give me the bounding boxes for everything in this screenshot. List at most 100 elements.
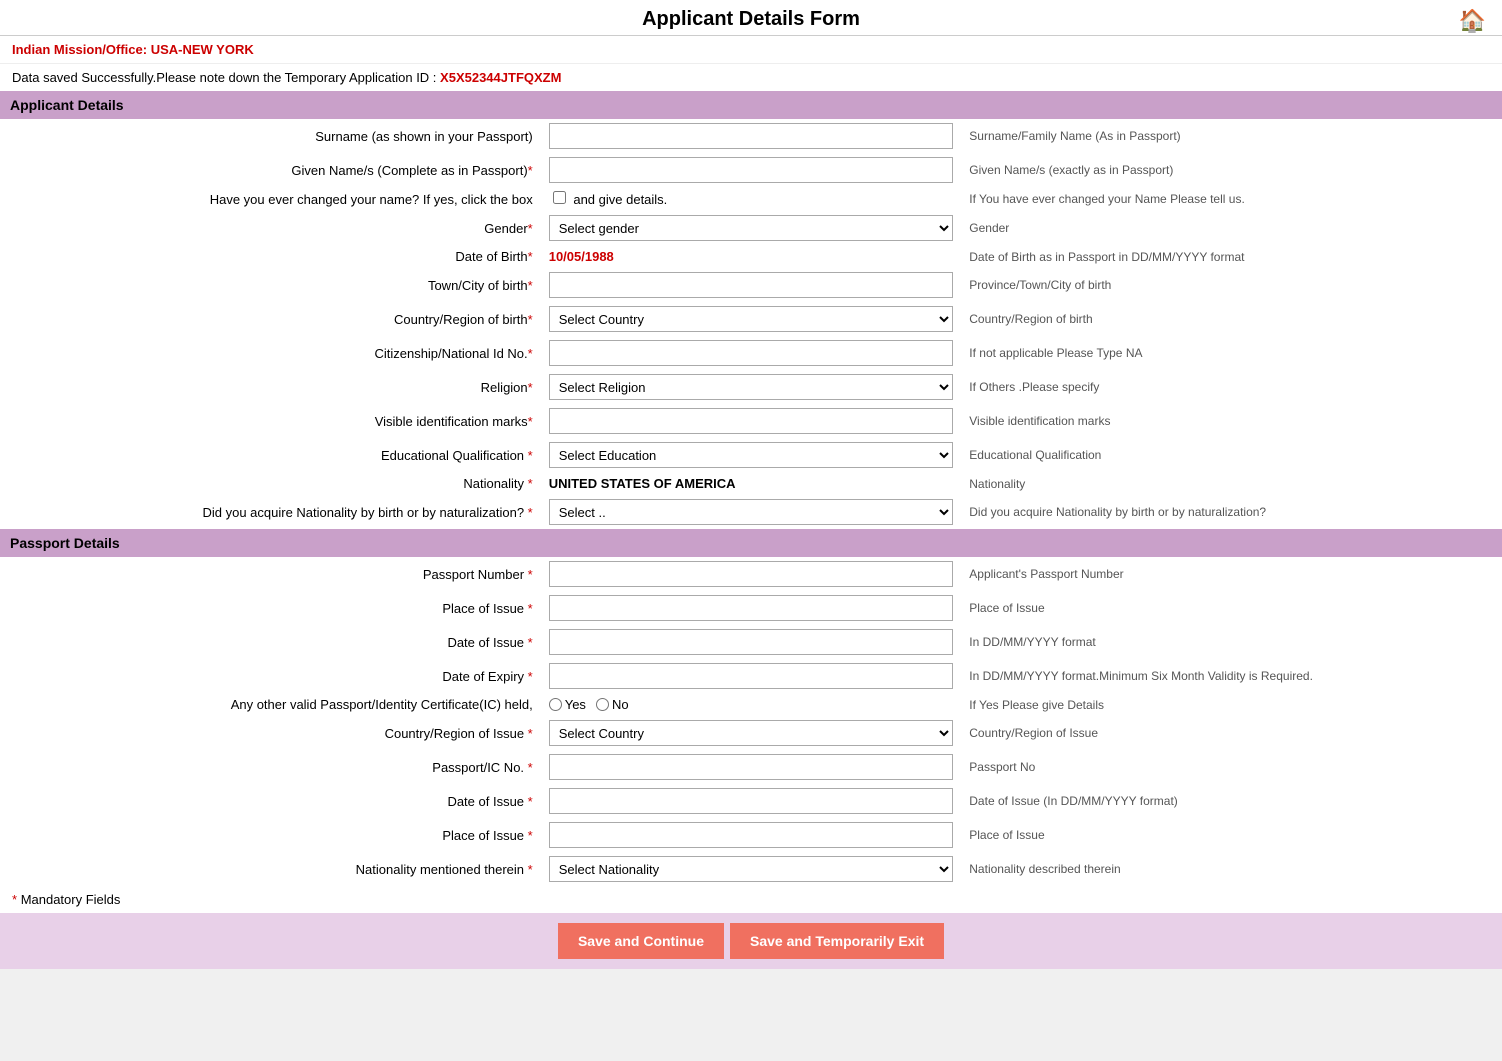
gender-label: Gender* — [0, 211, 541, 245]
other-passport-yes-radio[interactable] — [549, 698, 562, 711]
table-row: Any other valid Passport/Identity Certif… — [0, 693, 1502, 716]
visible-marks-input-cell — [541, 404, 962, 438]
passport-details-table: Passport Number * Applicant's Passport N… — [0, 557, 1502, 886]
other-passport-poi-input[interactable] — [549, 822, 954, 848]
table-row: Did you acquire Nationality by birth or … — [0, 495, 1502, 529]
mandatory-note-text: Mandatory Fields — [21, 892, 121, 907]
other-passport-nationality-select-cell: Select Nationality — [541, 852, 962, 886]
success-bar: Data saved Successfully.Please note down… — [0, 64, 1502, 91]
footer-buttons: Save and Continue Save and Temporarily E… — [0, 913, 1502, 969]
mission-value: USA-NEW YORK — [151, 42, 254, 57]
table-row: Date of Issue * Date of Issue (In DD/MM/… — [0, 784, 1502, 818]
passport-doe-input[interactable] — [549, 663, 954, 689]
citizenship-id-input-cell — [541, 336, 962, 370]
visible-marks-input[interactable] — [549, 408, 954, 434]
education-select-cell: Select Education Below Matriculation Mat… — [541, 438, 962, 472]
table-row: Country/Region of Issue * Select Country… — [0, 716, 1502, 750]
surname-input[interactable] — [549, 123, 954, 149]
dob-label: Date of Birth* — [0, 245, 541, 268]
name-changed-label: Have you ever changed your name? If yes,… — [0, 187, 541, 211]
mission-label: Indian Mission/Office: — [12, 42, 147, 57]
mandatory-note: * Mandatory Fields — [0, 886, 1502, 913]
passport-number-input-cell — [541, 557, 962, 591]
religion-select[interactable]: Select Religion Hindu Muslim Christian S… — [549, 374, 954, 400]
passport-doe-input-cell — [541, 659, 962, 693]
religion-select-cell: Select Religion Hindu Muslim Christian S… — [541, 370, 962, 404]
education-select[interactable]: Select Education Below Matriculation Mat… — [549, 442, 954, 468]
save-exit-button[interactable]: Save and Temporarily Exit — [730, 923, 944, 959]
other-passport-doi-input[interactable] — [549, 788, 954, 814]
table-row: Place of Issue * Place of Issue — [0, 591, 1502, 625]
table-row: Religion* Select Religion Hindu Muslim C… — [0, 370, 1502, 404]
other-passport-hint: If Yes Please give Details — [961, 693, 1502, 716]
required-asterisk: * — [12, 892, 17, 907]
table-row: Citizenship/National Id No.* If not appl… — [0, 336, 1502, 370]
passport-poi-input[interactable] — [549, 595, 954, 621]
religion-label: Religion* — [0, 370, 541, 404]
home-icon[interactable]: 🏠 — [1459, 8, 1486, 34]
mission-bar: Indian Mission/Office: USA-NEW YORK — [0, 36, 1502, 64]
surname-label: Surname (as shown in your Passport) — [0, 119, 541, 153]
name-changed-checkbox[interactable] — [553, 191, 566, 204]
save-continue-button[interactable]: Save and Continue — [558, 923, 724, 959]
success-text: Data saved Successfully.Please note down… — [12, 70, 436, 85]
gender-select[interactable]: Select gender Male Female Other — [549, 215, 954, 241]
name-changed-after-text: and give details. — [573, 192, 667, 207]
city-of-birth-label: Town/City of birth* — [0, 268, 541, 302]
table-row name-changed-row: Have you ever changed your name? If yes,… — [0, 187, 1502, 211]
nationality-hint: Nationality — [961, 472, 1502, 495]
table-row: Date of Issue * In DD/MM/YYYY format — [0, 625, 1502, 659]
city-of-birth-input-cell — [541, 268, 962, 302]
passport-poi-input-cell — [541, 591, 962, 625]
table-row: Educational Qualification * Select Educa… — [0, 438, 1502, 472]
name-changed-cell: and give details. — [541, 187, 962, 211]
other-passport-number-input-cell — [541, 750, 962, 784]
other-passport-number-hint: Passport No — [961, 750, 1502, 784]
given-names-input-cell — [541, 153, 962, 187]
education-hint: Educational Qualification — [961, 438, 1502, 472]
nationality-label: Nationality * — [0, 472, 541, 495]
city-of-birth-hint: Province/Town/City of birth — [961, 268, 1502, 302]
nationality-acquisition-label: Did you acquire Nationality by birth or … — [0, 495, 541, 529]
other-passport-country-hint: Country/Region of Issue — [961, 716, 1502, 750]
passport-doi-input[interactable] — [549, 629, 954, 655]
table-row: Passport Number * Applicant's Passport N… — [0, 557, 1502, 591]
table-row: Country/Region of birth* Select Country … — [0, 302, 1502, 336]
other-passport-no-radio[interactable] — [596, 698, 609, 711]
other-passport-poi-hint: Place of Issue — [961, 818, 1502, 852]
passport-number-input[interactable] — [549, 561, 954, 587]
other-passport-country-select[interactable]: Select Country — [549, 720, 954, 746]
other-passport-poi-input-cell — [541, 818, 962, 852]
other-passport-number-label: Passport/IC No. * — [0, 750, 541, 784]
city-of-birth-input[interactable] — [549, 272, 954, 298]
table-row: Gender* Select gender Male Female Other … — [0, 211, 1502, 245]
dob-value: 10/05/1988 — [549, 249, 614, 264]
other-passport-nationality-select[interactable]: Select Nationality — [549, 856, 954, 882]
dob-value-cell: 10/05/1988 — [541, 245, 962, 268]
table-row: Date of Birth* 10/05/1988 Date of Birth … — [0, 245, 1502, 268]
citizenship-id-input[interactable] — [549, 340, 954, 366]
other-passport-number-input[interactable] — [549, 754, 954, 780]
visible-marks-label: Visible identification marks* — [0, 404, 541, 438]
applicant-details-header: Applicant Details — [0, 91, 1502, 119]
other-passport-radio-cell: Yes No — [541, 693, 962, 716]
passport-doi-label: Date of Issue * — [0, 625, 541, 659]
table-row: Given Name/s (Complete as in Passport)* … — [0, 153, 1502, 187]
given-names-input[interactable] — [549, 157, 954, 183]
name-changed-hint: If You have ever changed your Name Pleas… — [961, 187, 1502, 211]
country-of-birth-select[interactable]: Select Country — [549, 306, 954, 332]
table-row: Passport/IC No. * Passport No — [0, 750, 1502, 784]
country-of-birth-hint: Country/Region of birth — [961, 302, 1502, 336]
table-row: Visible identification marks* Visible id… — [0, 404, 1502, 438]
page-title: Applicant Details Form — [0, 8, 1502, 31]
table-row: Place of Issue * Place of Issue — [0, 818, 1502, 852]
other-passport-country-select-cell: Select Country — [541, 716, 962, 750]
nationality-value-cell: UNITED STATES OF AMERICA — [541, 472, 962, 495]
applicant-details-table: Surname (as shown in your Passport) Surn… — [0, 119, 1502, 529]
education-label: Educational Qualification * — [0, 438, 541, 472]
nationality-acquisition-select[interactable]: Select .. By Birth By Naturalization — [549, 499, 954, 525]
passport-doe-hint: In DD/MM/YYYY format.Minimum Six Month V… — [961, 659, 1502, 693]
country-of-birth-label: Country/Region of birth* — [0, 302, 541, 336]
passport-doe-label: Date of Expiry * — [0, 659, 541, 693]
gender-hint: Gender — [961, 211, 1502, 245]
